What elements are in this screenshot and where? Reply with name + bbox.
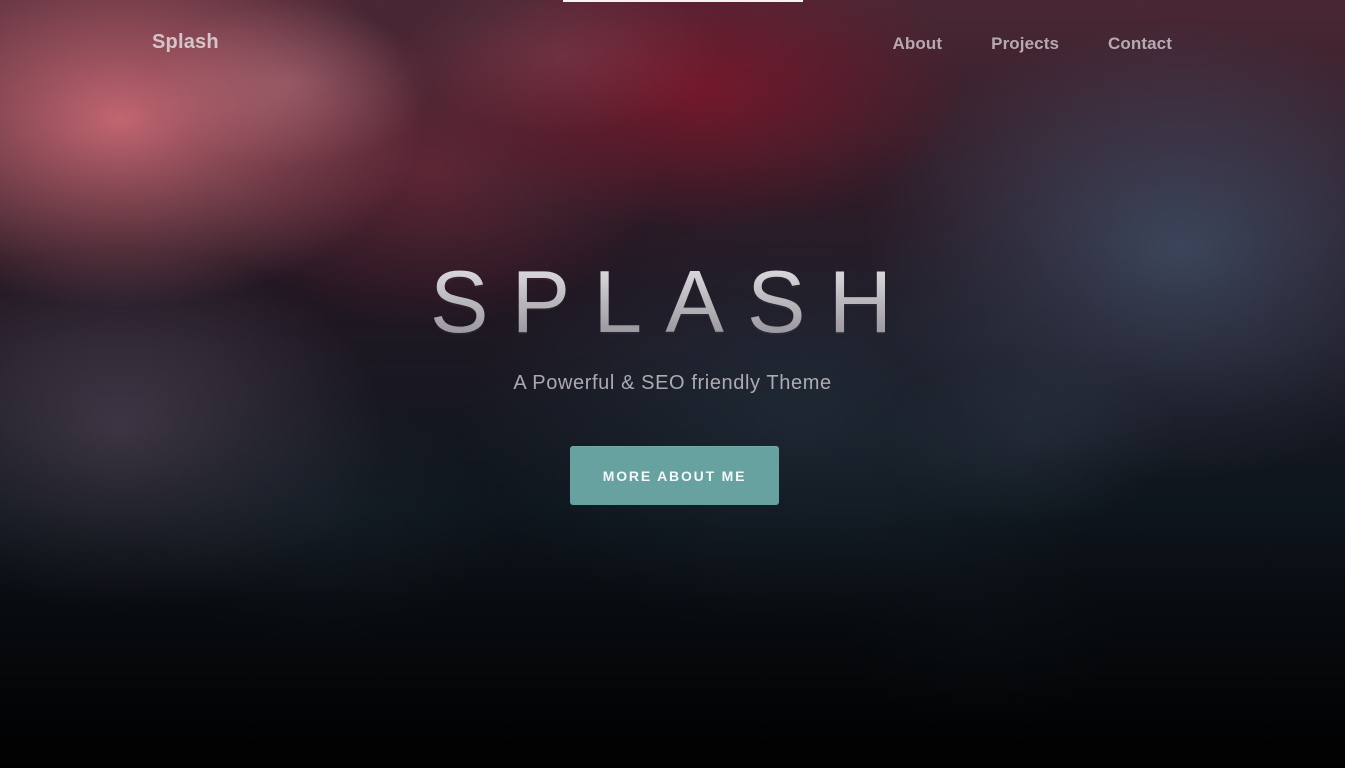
hero-content: SPLASH A Powerful & SEO friendly Theme M… — [0, 0, 1345, 768]
more-about-me-button[interactable]: MORE ABOUT ME — [570, 446, 779, 505]
top-progress-bar — [563, 0, 803, 2]
hero-section: Splash About Projects Contact SPLASH A P… — [0, 0, 1345, 768]
hero-subtitle: A Powerful & SEO friendly Theme — [513, 372, 832, 394]
hero-title: SPLASH — [0, 258, 1345, 346]
